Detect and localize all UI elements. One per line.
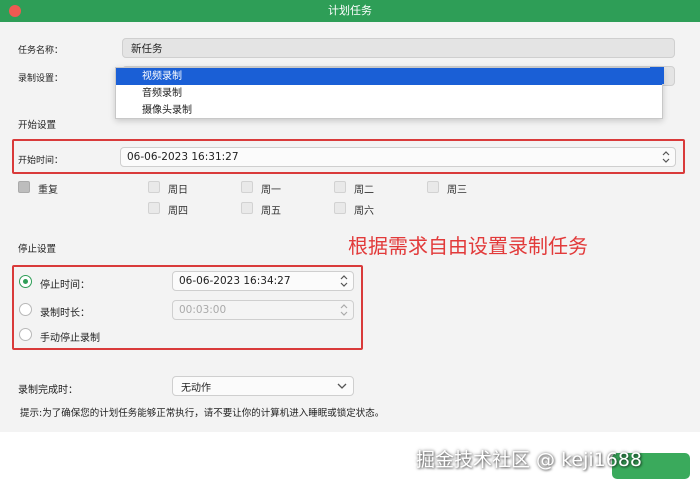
day-label-mon: 周一 — [261, 185, 281, 196]
day-checkbox-sun[interactable] — [148, 181, 160, 193]
day-label-wed: 周三 — [447, 185, 467, 196]
mode-option-video[interactable]: 视频录制 — [116, 68, 662, 85]
day-label-sun: 周日 — [168, 185, 188, 196]
duration-label: 录制时长： — [40, 308, 90, 319]
day-label-thu: 周四 — [168, 206, 188, 217]
stop-time-label: 停止时间： — [40, 280, 90, 291]
duration-stepper[interactable] — [339, 303, 349, 317]
task-name-value: 新任务 — [131, 42, 163, 55]
duration-value: 00:03:00 — [179, 304, 227, 316]
stop-time-field[interactable]: 06-06-2023 16:34:27 — [172, 271, 354, 291]
on-complete-value: 无动作 — [181, 382, 211, 394]
day-checkbox-tue[interactable] — [334, 181, 346, 193]
day-checkbox-fri[interactable] — [241, 202, 253, 214]
day-checkbox-sat[interactable] — [334, 202, 346, 214]
start-time-highlight — [12, 139, 685, 174]
mode-option-camera[interactable]: 摄像头录制 — [116, 102, 662, 119]
repeat-checkbox[interactable] — [18, 181, 30, 193]
repeat-label: 重复 — [38, 185, 58, 196]
stop-time-radio[interactable] — [19, 275, 32, 288]
chevron-down-icon — [340, 311, 348, 316]
duration-field[interactable]: 00:03:00 — [172, 300, 354, 320]
on-complete-label: 录制完成时： — [18, 385, 78, 396]
chevron-up-icon — [340, 275, 348, 280]
start-section-title: 开始设置 — [18, 120, 57, 131]
task-name-input[interactable]: 新任务 — [122, 38, 675, 58]
record-mode-label: 录制设置： — [18, 74, 64, 84]
task-name-label: 任务名称： — [18, 46, 64, 56]
title-bar: 计划任务 — [0, 0, 700, 22]
stop-section-title: 停止设置 — [18, 244, 57, 255]
mode-option-audio[interactable]: 音频录制 — [116, 85, 662, 102]
day-label-tue: 周二 — [354, 185, 374, 196]
chevron-up-icon — [340, 304, 348, 309]
day-checkbox-wed[interactable] — [427, 181, 439, 193]
day-label-sat: 周六 — [354, 206, 374, 217]
manual-stop-label: 手动停止录制 — [40, 333, 100, 344]
manual-stop-radio[interactable] — [19, 328, 32, 341]
watermark: 掘金技术社区 @ keji1688 — [416, 449, 643, 471]
sleep-warning-tip: 提示:为了确保您的计划任务能够正常执行，请不要让你的计算机进入睡眠或锁定状态。 — [20, 408, 385, 419]
duration-radio[interactable] — [19, 303, 32, 316]
stop-time-stepper[interactable] — [339, 274, 349, 288]
record-mode-dropdown: 视频录制 音频录制 摄像头录制 — [115, 67, 663, 119]
day-checkbox-thu[interactable] — [148, 202, 160, 214]
stop-time-value: 06-06-2023 16:34:27 — [179, 275, 291, 287]
day-label-fri: 周五 — [261, 206, 281, 217]
dropdown-caret-icon — [650, 67, 664, 84]
chevron-down-icon — [340, 282, 348, 287]
chevron-down-icon — [337, 383, 347, 389]
close-window-icon[interactable] — [9, 5, 21, 17]
on-complete-select[interactable]: 无动作 — [172, 376, 354, 396]
window-title: 计划任务 — [328, 4, 372, 17]
annotation-text: 根据需求自由设置录制任务 — [348, 234, 588, 258]
day-checkbox-mon[interactable] — [241, 181, 253, 193]
